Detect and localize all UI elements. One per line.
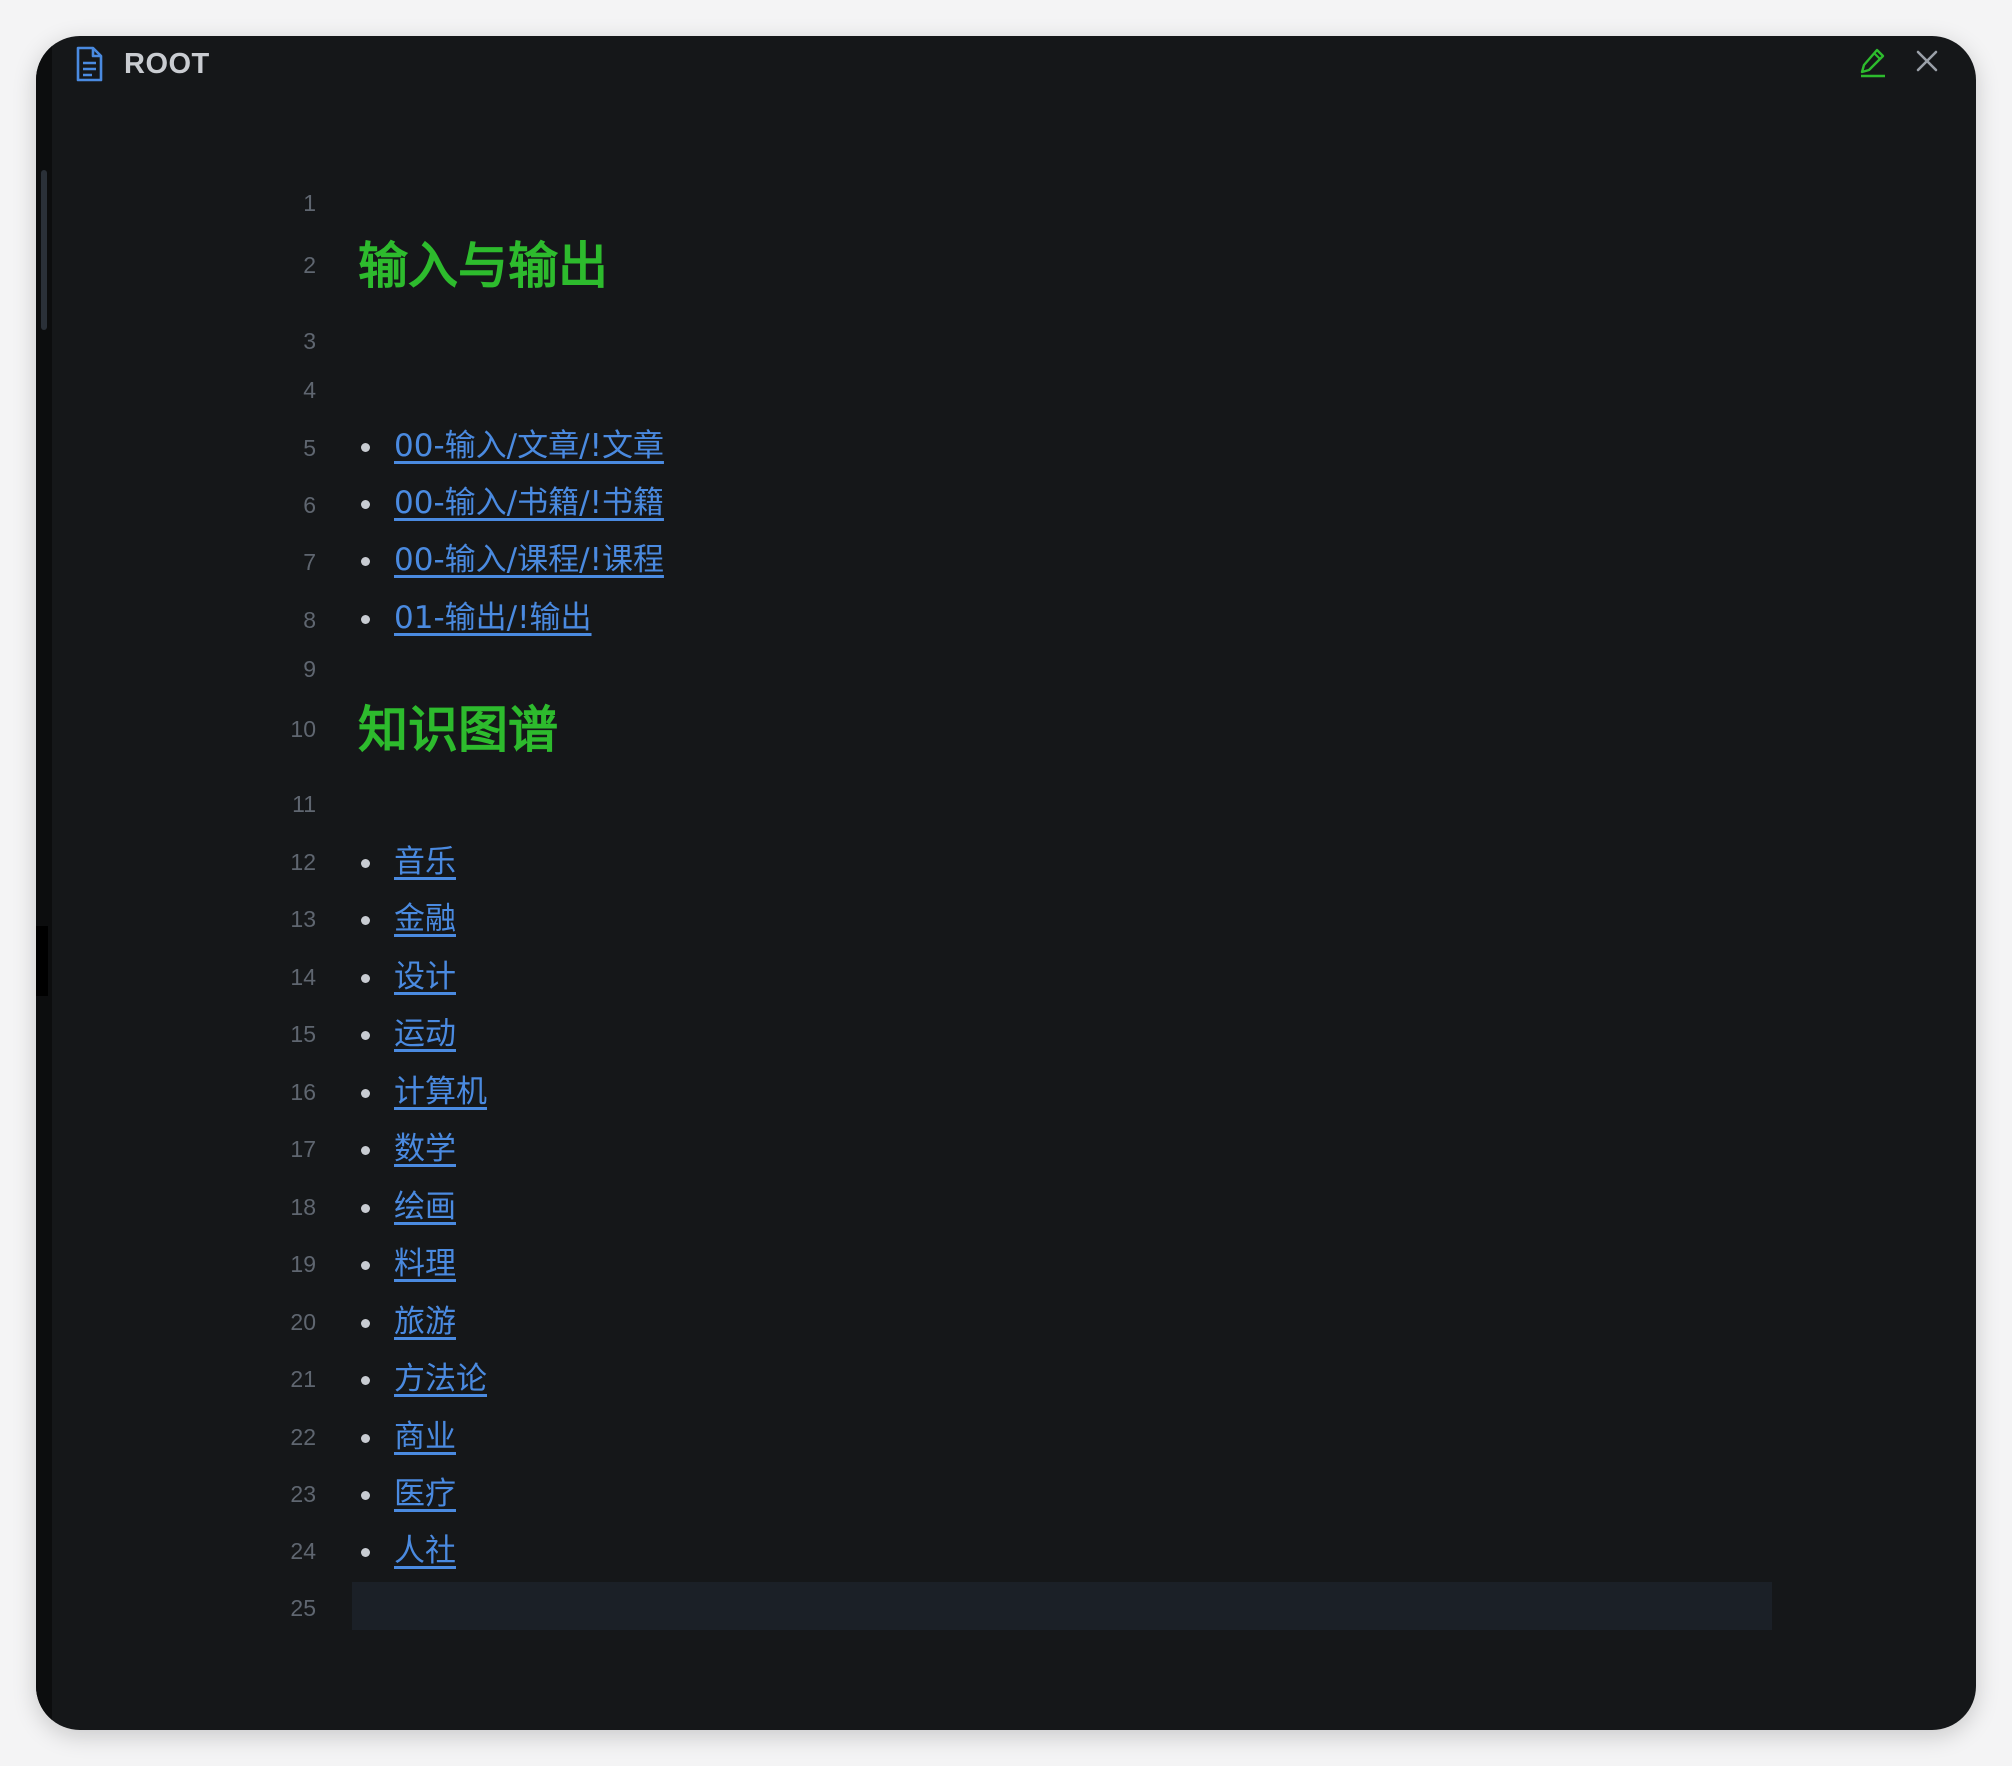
list-bullet: [361, 1204, 370, 1213]
list-bullet: [361, 916, 370, 925]
heading-knowledge-graph: 知识图谱: [358, 701, 558, 759]
list-bullet: [361, 1319, 370, 1328]
list-bullet: [361, 443, 370, 452]
line-number: 18: [290, 1194, 316, 1220]
list-bullet: [361, 1261, 370, 1270]
line-number: 22: [290, 1424, 316, 1450]
line-number: 2: [303, 252, 316, 278]
link-music[interactable]: 音乐: [394, 842, 456, 882]
line-number: 7: [303, 549, 316, 575]
list-bullet: [361, 859, 370, 868]
link-social[interactable]: 人社: [394, 1531, 456, 1571]
document-icon: [76, 46, 103, 82]
link-methodology[interactable]: 方法论: [394, 1359, 487, 1399]
link-sports[interactable]: 运动: [394, 1014, 456, 1054]
list-bullet: [361, 1434, 370, 1443]
line-number: 3: [303, 328, 316, 354]
link-travel[interactable]: 旅游: [394, 1302, 456, 1342]
link-articles[interactable]: 00-输入/文章/!文章: [394, 426, 664, 466]
line-number: 5: [303, 435, 316, 461]
list-bullet: [361, 1491, 370, 1500]
list-bullet: [361, 1376, 370, 1385]
link-design[interactable]: 设计: [394, 957, 456, 997]
note-window: ROOT 1 2 3 4 5 6 7 8 9 10 11 12 13 14 15…: [36, 36, 1976, 1730]
line-number: 1: [303, 190, 316, 216]
line-number: 13: [290, 906, 316, 932]
list-bullet: [361, 615, 370, 624]
link-books[interactable]: 00-输入/书籍/!书籍: [394, 483, 664, 523]
link-output[interactable]: 01-输出/!输出: [394, 598, 592, 638]
line-number: 25: [290, 1595, 316, 1621]
line-number: 20: [290, 1309, 316, 1335]
list-bullet: [361, 1548, 370, 1557]
line-number: 19: [290, 1251, 316, 1277]
line-number: 15: [290, 1021, 316, 1047]
list-bullet: [361, 1089, 370, 1098]
link-medical[interactable]: 医疗: [394, 1474, 456, 1514]
line-number: 6: [303, 492, 316, 518]
line-number: 16: [290, 1079, 316, 1105]
line-number: 17: [290, 1136, 316, 1162]
link-computer[interactable]: 计算机: [394, 1072, 487, 1112]
line-number: 4: [303, 377, 316, 403]
line-number: 11: [292, 791, 316, 817]
active-line-highlight: [352, 1582, 1772, 1630]
list-bullet: [361, 974, 370, 983]
window-title: ROOT: [124, 48, 210, 80]
edit-pencil-icon[interactable]: [1858, 46, 1888, 78]
link-finance[interactable]: 金融: [394, 899, 456, 939]
line-number: 10: [290, 716, 316, 742]
line-number: 8: [303, 607, 316, 633]
link-courses[interactable]: 00-输入/课程/!课程: [394, 540, 664, 580]
heading-input-output: 输入与输出: [358, 237, 608, 295]
line-number: 9: [303, 656, 316, 682]
list-bullet: [361, 1146, 370, 1155]
link-business[interactable]: 商业: [394, 1417, 456, 1457]
line-number: 14: [290, 964, 316, 990]
line-number: 23: [290, 1481, 316, 1507]
line-number: 21: [290, 1366, 316, 1392]
title-bar: ROOT: [36, 36, 1976, 132]
link-cooking[interactable]: 料理: [394, 1244, 456, 1284]
close-icon[interactable]: [1914, 48, 1940, 74]
line-number: 24: [290, 1538, 316, 1564]
link-painting[interactable]: 绘画: [394, 1187, 456, 1227]
list-bullet: [361, 500, 370, 509]
list-bullet: [361, 1031, 370, 1040]
list-bullet: [361, 557, 370, 566]
link-math[interactable]: 数学: [394, 1129, 456, 1169]
line-number: 12: [290, 849, 316, 875]
